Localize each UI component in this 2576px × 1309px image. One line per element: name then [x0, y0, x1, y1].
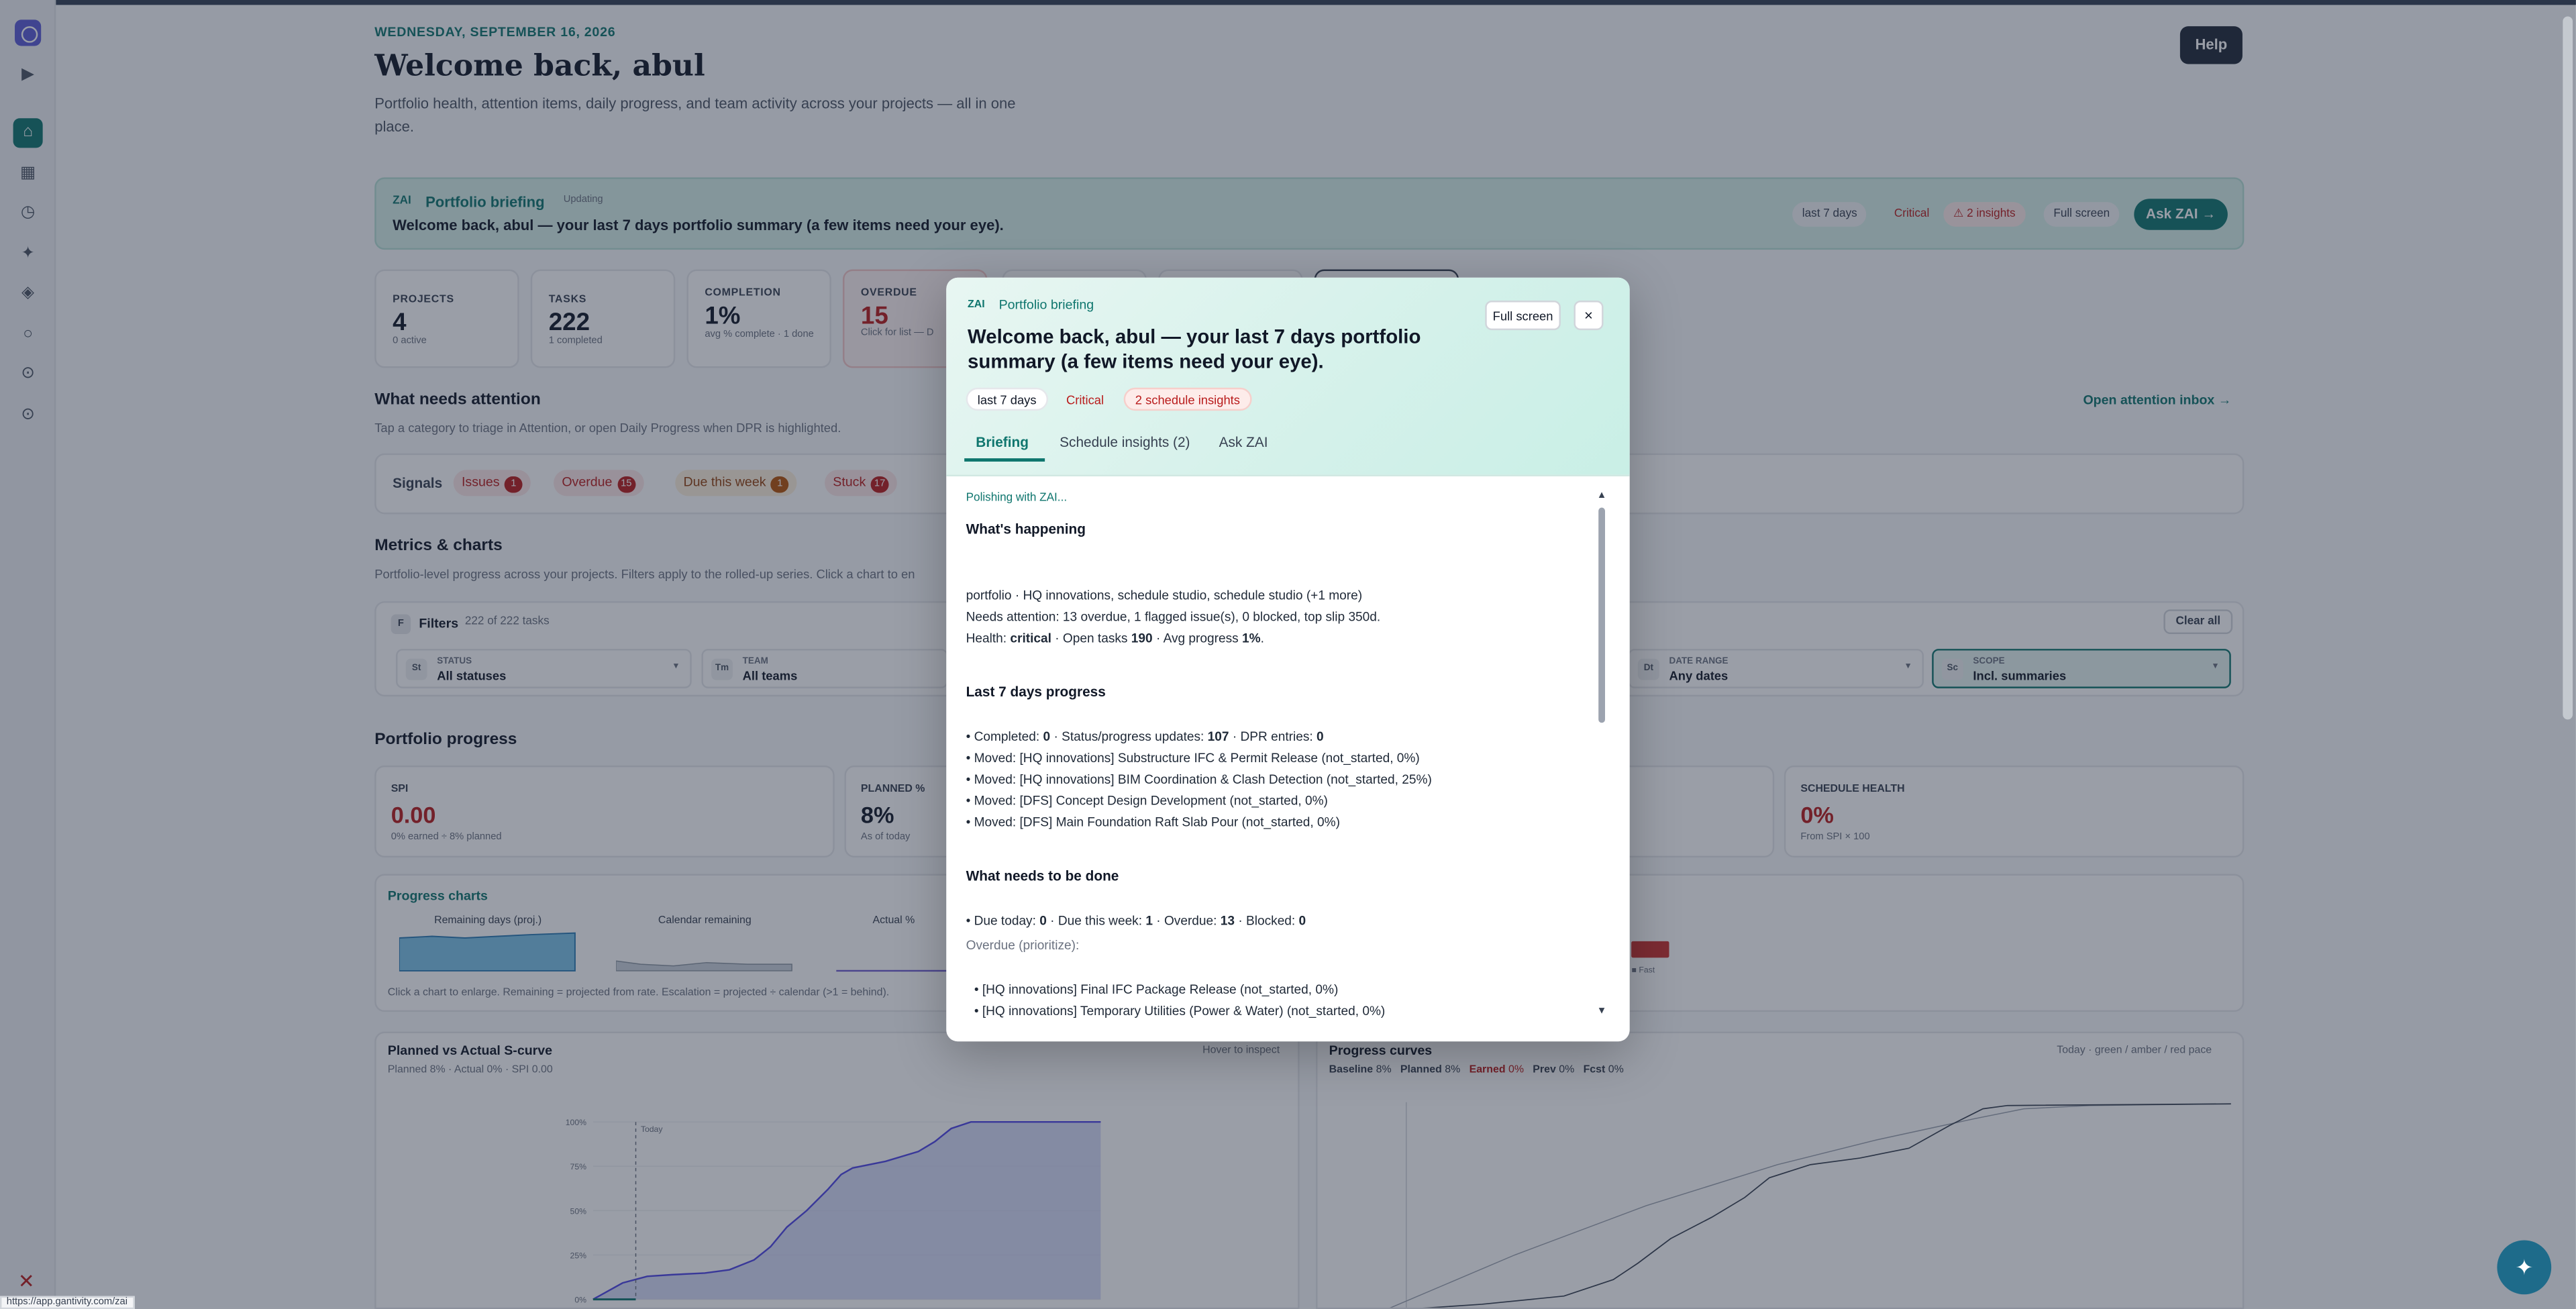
health-line: Health: critical · Open tasks 190 · Avg … — [966, 631, 1264, 646]
briefing-line: portfolio · HQ innovations, schedule stu… — [966, 588, 1363, 603]
briefing-content[interactable]: Polishing with ZAI... What's happening p… — [966, 476, 1600, 1041]
moved-item: • Moved: [HQ innovations] BIM Coordinati… — [966, 772, 1432, 787]
full-screen-button[interactable]: Full screen — [1485, 301, 1561, 331]
status-bar-url: https://app.gantivity.com/zai — [0, 1296, 134, 1309]
overdue-label: Overdue (prioritize): — [966, 937, 1080, 953]
modal-scrollbar[interactable]: ▲ ▼ — [1597, 491, 1607, 1025]
tab-briefing[interactable]: Briefing — [976, 433, 1029, 450]
close-button[interactable]: × — [1574, 301, 1604, 331]
critical-chip: Critical — [1066, 392, 1104, 408]
zai-assistant-button[interactable]: ✦ — [2497, 1240, 2552, 1295]
briefing-modal: ZAI Portfolio briefing Welcome back, abu… — [946, 277, 1630, 1042]
scrollbar-thumb[interactable] — [1598, 507, 1605, 723]
section-heading: What needs to be done — [966, 867, 1119, 884]
section-heading: Last 7 days progress — [966, 683, 1106, 700]
range-chip[interactable]: last 7 days — [966, 387, 1048, 411]
zai-badge: ZAI — [968, 299, 985, 311]
app-root: ▶ ⌂ ▦ ◷ ✦ ◈ ○ ⊙ ⊙ ✕ WEDNESDAY, SEPTEMBER… — [0, 0, 2576, 1309]
modal-header: ZAI Portfolio briefing Welcome back, abu… — [946, 277, 1630, 477]
active-tab-indicator — [964, 458, 1045, 462]
moved-item: • Moved: [HQ innovations] Substructure I… — [966, 750, 1420, 766]
overdue-item: • [HQ innovations] Final IFC Package Rel… — [974, 982, 1339, 998]
due-summary-line: • Due today: 0 · Due this week: 1 · Over… — [966, 913, 1306, 929]
polishing-status: Polishing with ZAI... — [966, 492, 1068, 505]
scroll-up-icon[interactable]: ▲ — [1597, 491, 1607, 501]
modal-title: Welcome back, abul — your last 7 days po… — [968, 325, 1421, 373]
modal-label: Portfolio briefing — [998, 297, 1094, 313]
moved-item: • Moved: [DFS] Main Foundation Raft Slab… — [966, 815, 1340, 830]
scroll-down-icon[interactable]: ▼ — [1597, 1007, 1607, 1017]
page-scrollbar-thumb[interactable] — [2563, 16, 2573, 720]
briefing-line: Needs attention: 13 overdue, 1 flagged i… — [966, 609, 1381, 625]
tab-ask-zai[interactable]: Ask ZAI — [1219, 433, 1268, 450]
moved-item: • Moved: [DFS] Concept Design Developmen… — [966, 793, 1328, 808]
schedule-insights-chip[interactable]: 2 schedule insights — [1123, 387, 1252, 411]
overdue-item: • [HQ innovations] Temporary Utilities (… — [974, 1003, 1386, 1018]
progress-summary-line: • Completed: 0 · Status/progress updates… — [966, 729, 1324, 745]
tab-schedule-insights[interactable]: Schedule insights (2) — [1060, 433, 1190, 450]
section-heading: What's happening — [966, 521, 1086, 537]
